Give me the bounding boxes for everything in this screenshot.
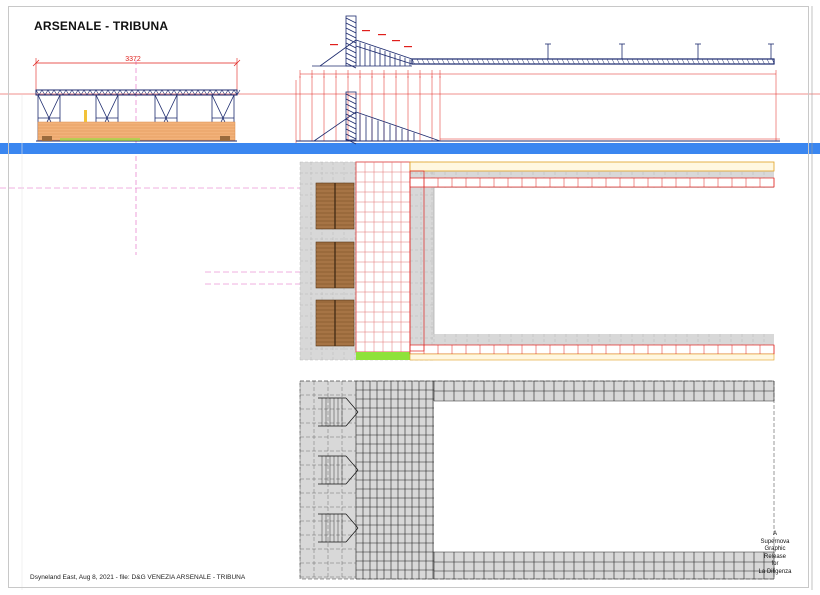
credit-line: Graphic <box>764 546 786 553</box>
front-elevation: 3372 <box>32 56 241 142</box>
plan-lower <box>299 380 775 580</box>
side-elevation <box>299 15 777 78</box>
credit-block: A Supernova Graphic Release for La Dilig… <box>752 531 798 577</box>
front-elevation-dimension: 3372 <box>125 56 141 63</box>
credit-line: Release <box>763 553 786 560</box>
ground-line-band <box>0 143 820 154</box>
sheet-title: ARSENALE - TRIBUNA <box>34 19 169 33</box>
sheet-footer: Dsyneland East, Aug 8, 2021 - file: D&G … <box>30 574 246 581</box>
drawing-sheet: 3372 ARSENALE - TRIBUNA Dsyneland East, … <box>0 0 820 595</box>
credit-line: Supernova <box>760 538 790 545</box>
credit-line: for <box>771 561 779 568</box>
side-section <box>296 76 780 145</box>
credit-line: A <box>772 531 777 537</box>
credit-line: La Diligenza <box>758 568 792 575</box>
technical-drawing: 3372 <box>0 6 820 590</box>
plan-upper <box>299 161 775 361</box>
